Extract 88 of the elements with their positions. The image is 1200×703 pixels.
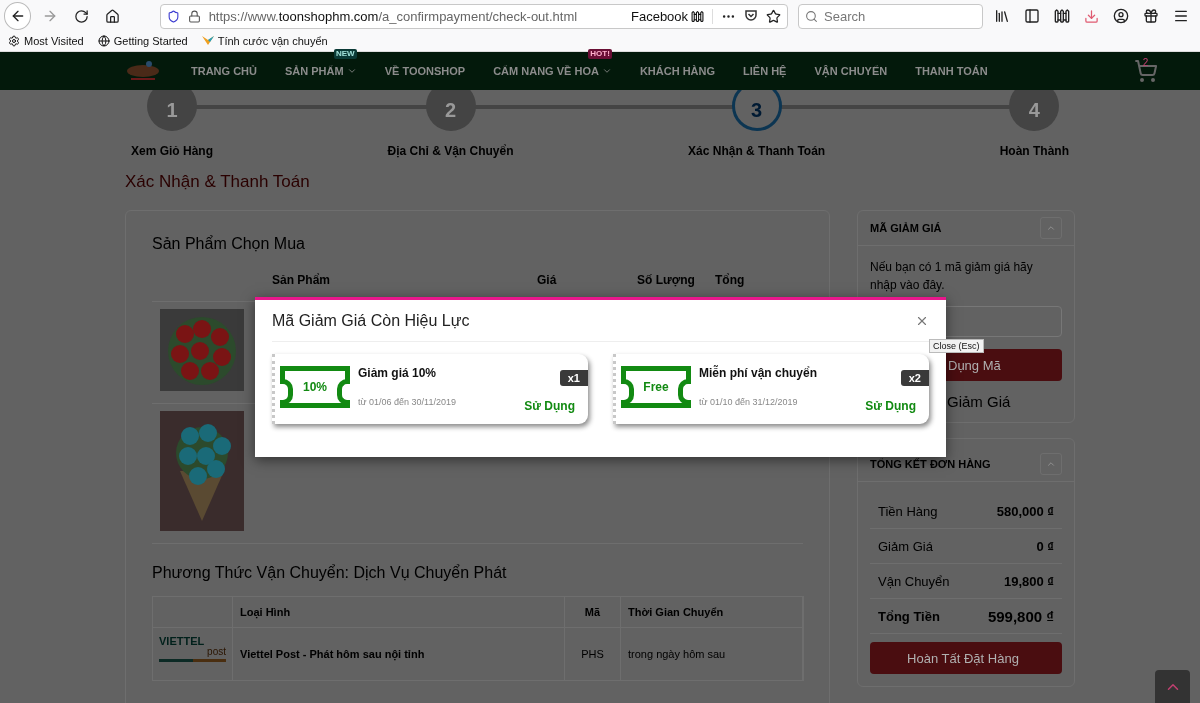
column-header: Loại Hình bbox=[233, 597, 565, 628]
search-field[interactable]: Search bbox=[798, 3, 984, 29]
bookmark-link[interactable]: Most Visited bbox=[8, 35, 84, 47]
gift-icon[interactable] bbox=[1143, 8, 1160, 24]
step-number: 2 bbox=[425, 90, 476, 131]
column-header: Thời Gian Chuyển bbox=[621, 597, 803, 628]
table-cell: trong ngày hôm sau bbox=[621, 628, 803, 680]
summary-value: 0 ₫ bbox=[1036, 538, 1054, 554]
hint-text: Nếu bạn có 1 mã giảm giá hãy nhập vào đây. bbox=[870, 259, 1034, 294]
chevron-down-icon bbox=[346, 66, 357, 76]
chevron-up-icon bbox=[1046, 223, 1056, 233]
step-number: 4 bbox=[1009, 90, 1060, 131]
fence-icon[interactable] bbox=[1054, 8, 1071, 24]
cart-count: 2 bbox=[1142, 57, 1149, 68]
section-title: Sản Phẩm Chọn Mua bbox=[152, 235, 306, 253]
summary-label: Vận Chuyển bbox=[878, 573, 950, 589]
table-cell: Viettel Post - Phát hôm sau nội tỉnh bbox=[233, 628, 565, 680]
cart-icon bbox=[1133, 59, 1158, 83]
coupon-name: Miễn phí vận chuyển bbox=[699, 366, 818, 380]
nav-link[interactable]: VẬN CHUYỂN bbox=[814, 65, 888, 77]
nav-link[interactable]: VỀ TOONSHOP bbox=[384, 65, 466, 77]
summary-value: 599,800 ₫ bbox=[987, 607, 1054, 625]
back-button[interactable] bbox=[4, 2, 32, 30]
star-icon[interactable] bbox=[766, 8, 782, 24]
card-title: MÃ GIẢM GIÁ bbox=[870, 222, 942, 234]
download-icon[interactable] bbox=[1084, 8, 1100, 24]
use-link[interactable]: Sử Dụng bbox=[524, 399, 575, 413]
fence-icon bbox=[691, 9, 705, 23]
column-header: Tổng bbox=[715, 273, 746, 287]
column-header: Số Lượng bbox=[637, 273, 696, 287]
nav-link[interactable]: TRANG CHỦ bbox=[191, 65, 257, 77]
search-icon bbox=[805, 9, 819, 23]
use-link[interactable]: Sử Dụng bbox=[865, 399, 916, 413]
carrier-logo: VIETTEL post bbox=[153, 628, 233, 680]
page-title: Xác Nhận & Thanh Toán bbox=[125, 172, 311, 192]
summary-label: Giảm Giá bbox=[878, 538, 933, 554]
column-header: Giá bbox=[537, 273, 558, 287]
bookmark-link[interactable]: Getting Started bbox=[97, 35, 188, 47]
step-label: Xem Giỏ Hàng bbox=[131, 144, 213, 158]
step-label: Xác Nhận & Thanh Toán bbox=[688, 144, 826, 158]
chevron-up-icon bbox=[1046, 459, 1056, 469]
sidebar-icon[interactable] bbox=[1024, 8, 1041, 24]
count-badge: x1 bbox=[559, 370, 588, 386]
container-label: Facebook bbox=[631, 8, 714, 24]
count-badge: x2 bbox=[900, 370, 929, 386]
coupon-tag: Free bbox=[621, 366, 691, 408]
shield-icon bbox=[166, 9, 180, 23]
library-icon[interactable] bbox=[994, 8, 1011, 24]
nav-link[interactable]: KHÁCH HÀNG bbox=[639, 65, 716, 77]
menu-icon[interactable] bbox=[1173, 8, 1190, 24]
globe-icon bbox=[97, 35, 110, 47]
coupon-dates: từ 01/10 đến 31/12/2019 bbox=[699, 397, 799, 407]
summary-label: Tổng Tiền bbox=[878, 608, 940, 624]
url-text: https://www.toonshophm.com/a_confirmpayment/check-out.html bbox=[208, 8, 579, 24]
bookmark-link[interactable]: Tính cước vận chuyển bbox=[201, 35, 328, 47]
nav-badge: NEW bbox=[334, 49, 357, 59]
checkout-button[interactable]: Hoàn Tất Đặt Hàng bbox=[870, 642, 1062, 674]
tooltip: Close (Esc) bbox=[929, 339, 984, 353]
coupon-tag: 10% bbox=[280, 366, 350, 408]
section-title: Phương Thức Vận Chuyển: Dịch Vụ Chuyển Phát bbox=[152, 564, 508, 582]
nav-link[interactable]: LIÊN HỆ bbox=[743, 65, 787, 77]
gear-icon bbox=[8, 35, 20, 47]
chevron-down-icon bbox=[601, 66, 612, 76]
card-title: TỔNG KẾT ĐƠN HÀNG bbox=[870, 458, 991, 470]
summary-value: 580,000 ₫ bbox=[996, 503, 1054, 519]
cart-button[interactable]: 2 bbox=[1133, 59, 1160, 83]
column-header: Mã bbox=[565, 597, 621, 628]
column-header: Sản Phẩm bbox=[272, 273, 332, 287]
lock-icon bbox=[187, 9, 201, 23]
house-icon bbox=[105, 8, 121, 24]
pocket-icon[interactable] bbox=[744, 9, 759, 23]
address-bar[interactable]: https://www.toonshophm.com/a_confirmpayment/check-out.html Facebook bbox=[159, 3, 789, 29]
table-cell: PHS bbox=[565, 628, 621, 680]
step-number: 1 bbox=[147, 90, 197, 131]
summary-value: 19,800 ₫ bbox=[1003, 573, 1054, 589]
summary-label: Tiền Hàng bbox=[878, 503, 938, 519]
step-number: 3 bbox=[731, 90, 782, 131]
reload-icon bbox=[74, 8, 89, 24]
nav-badge: HOT! bbox=[588, 49, 612, 59]
search-placeholder: Search bbox=[824, 8, 866, 24]
nav-link[interactable]: THANH TOÁN bbox=[915, 65, 988, 77]
step-label: Hoàn Thành bbox=[999, 144, 1069, 158]
coupon-dates: từ 01/06 đến 30/11/2019 bbox=[358, 397, 456, 407]
account-icon[interactable] bbox=[1113, 8, 1130, 24]
coupon-name: Giảm giá 10% bbox=[358, 366, 438, 380]
step-label: Địa Chỉ & Vận Chuyển bbox=[387, 144, 514, 158]
dialog-title: Mã Giảm Giá Còn Hiệu Lực bbox=[272, 311, 470, 330]
bird-icon bbox=[201, 36, 214, 46]
